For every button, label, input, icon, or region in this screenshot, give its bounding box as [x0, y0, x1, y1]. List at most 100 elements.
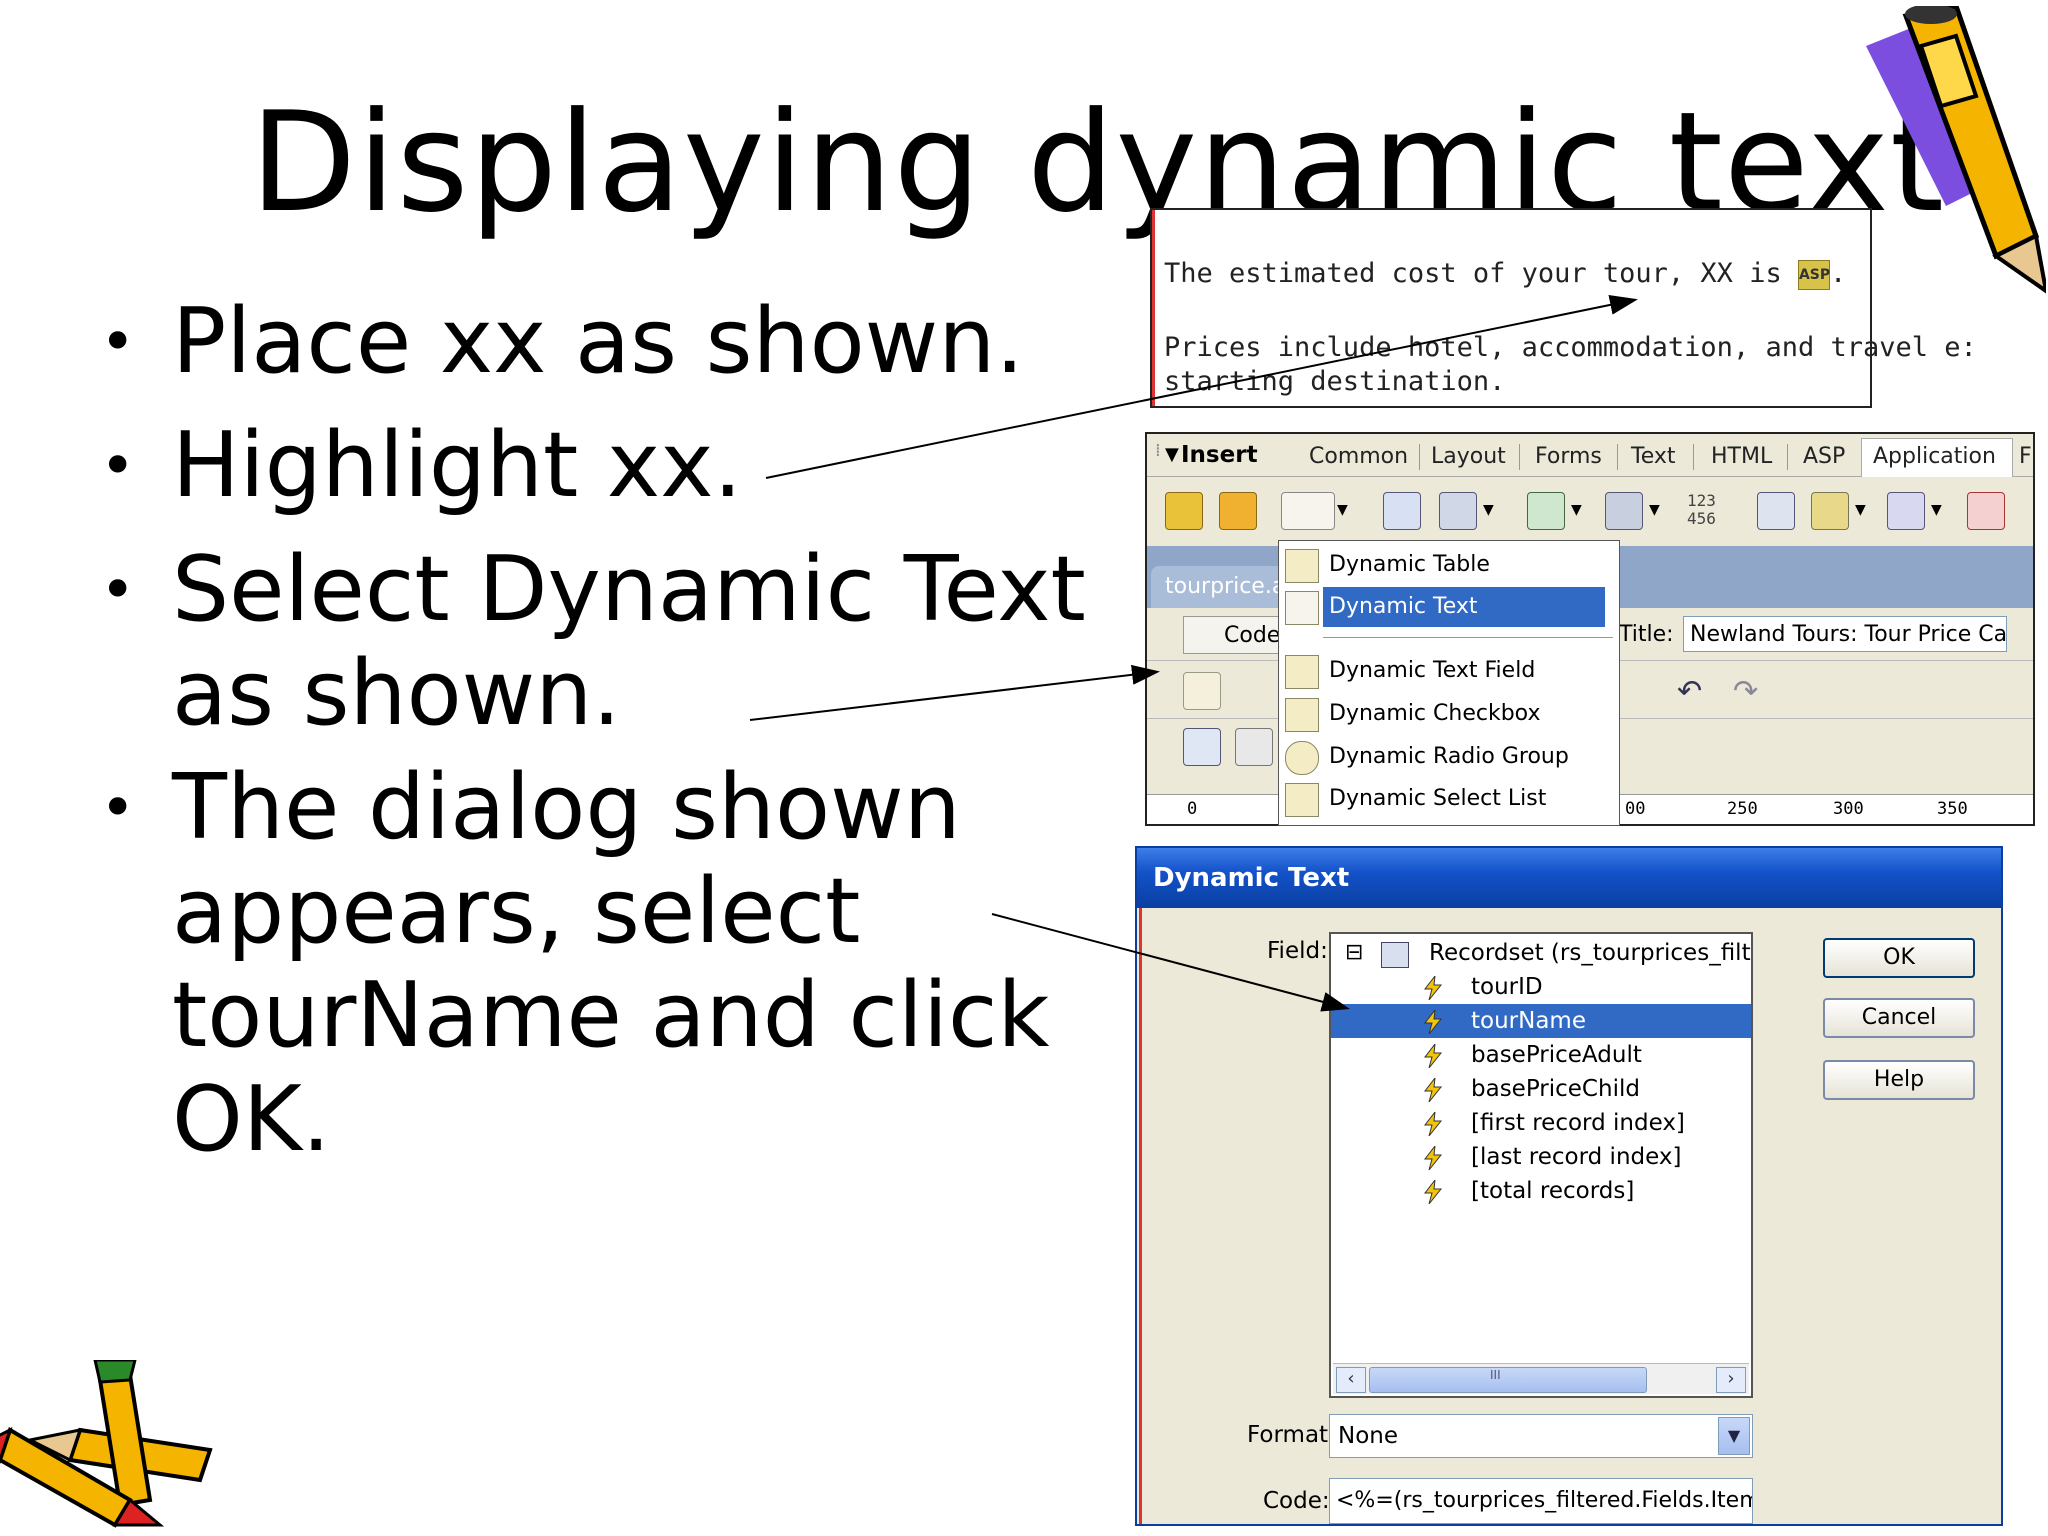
dynamic-select-icon: [1285, 783, 1319, 817]
dropdown-arrow-icon[interactable]: ▼: [1649, 502, 1660, 518]
page-text-snippet: The estimated cost of your tour, XX is A…: [1150, 208, 1977, 408]
insert-record-icon[interactable]: [1811, 492, 1849, 530]
pencil-clipart-icon: [1866, 6, 2046, 294]
dialog-title: Dynamic Text: [1137, 848, 2001, 908]
bullet-text: Place xx as shown.: [172, 289, 1024, 394]
ok-button[interactable]: OK: [1823, 938, 1975, 978]
scroll-grip: III: [1490, 1368, 1501, 1382]
tab-html[interactable]: HTML: [1711, 444, 1772, 469]
scroll-thumb[interactable]: III: [1369, 1367, 1647, 1393]
snippet-text: The estimated cost of your tour, XX is: [1164, 258, 1798, 289]
dropdown-arrow-icon[interactable]: ▼: [1931, 502, 1942, 518]
tree-item-first-record-index[interactable]: [first record index]: [1331, 1106, 1751, 1140]
menu-item-label: Dynamic Table: [1329, 552, 1490, 577]
tree-item-label: Recordset (rs_tourprices_filtere: [1429, 940, 1753, 966]
bullet-dot: •: [100, 307, 136, 377]
display-record-count-icon[interactable]: 123 456: [1687, 492, 1716, 528]
dynamic-text-field-icon: [1285, 655, 1319, 689]
chevron-down-icon[interactable]: ▼: [1718, 1417, 1750, 1455]
dynamic-radio-icon: [1285, 741, 1319, 775]
menu-item-dynamic-table[interactable]: Dynamic Table: [1279, 545, 1619, 585]
horizontal-scrollbar[interactable]: ‹ III ›: [1333, 1363, 1749, 1394]
menu-item-dynamic-checkbox[interactable]: Dynamic Checkbox: [1279, 694, 1619, 734]
recordset-icon: [1381, 942, 1409, 968]
tree-item-tourid[interactable]: tourID: [1331, 970, 1751, 1004]
document-tab[interactable]: tourprice.a: [1151, 566, 1291, 608]
code-label: Code:: [1263, 1488, 1330, 1514]
dropdown-arrow-icon[interactable]: ▼: [1855, 502, 1866, 518]
format-select[interactable]: None ▼: [1329, 1414, 1753, 1458]
pencils-clipart-icon: [0, 1360, 213, 1528]
lightning-bolt-icon: [1421, 1008, 1445, 1035]
delete-record-icon[interactable]: [1967, 492, 2005, 530]
tree-item-tourname[interactable]: tourName: [1331, 1004, 1751, 1038]
cancel-button[interactable]: Cancel: [1823, 998, 1975, 1038]
margin-line: [1139, 908, 1142, 1524]
scroll-right-icon[interactable]: ›: [1716, 1367, 1746, 1393]
code-field[interactable]: <%=(rs_tourprices_filtered.Fields.Item("…: [1329, 1478, 1753, 1524]
tab-common[interactable]: Common: [1309, 444, 1408, 469]
lightning-bolt-icon: [1421, 1042, 1445, 1069]
asp-icon: ASP: [1797, 259, 1830, 290]
menu-item-dynamic-text-field[interactable]: Dynamic Text Field: [1279, 651, 1619, 691]
new-document-icon[interactable]: [1183, 672, 1221, 710]
tree-item-total-records[interactable]: [total records]: [1331, 1174, 1751, 1208]
grip-icon[interactable]: ⁞: [1155, 440, 1161, 461]
status-icon[interactable]: [1605, 492, 1643, 530]
tree-item-basepricechild[interactable]: basePriceChild: [1331, 1072, 1751, 1106]
lightning-bolt-icon: [1421, 1144, 1445, 1171]
tab-divider: [1419, 444, 1420, 470]
recordset-paging-icon[interactable]: [1439, 492, 1477, 530]
lightning-bolt-icon: [1421, 974, 1445, 1001]
repeated-region-icon[interactable]: [1219, 492, 1257, 530]
tree-item-label: [last record index]: [1471, 1144, 1682, 1170]
master-detail-icon[interactable]: [1757, 492, 1795, 530]
update-record-icon[interactable]: [1887, 492, 1925, 530]
tab-text[interactable]: Text: [1631, 444, 1676, 469]
dynamic-table-icon: [1285, 549, 1319, 583]
navigation-icon[interactable]: [1527, 492, 1565, 530]
menu-separator: [1323, 637, 1613, 638]
dropdown-arrow-icon[interactable]: ▼: [1337, 502, 1348, 518]
show-region-icon[interactable]: [1383, 492, 1421, 530]
menu-item-dynamic-radio-group[interactable]: Dynamic Radio Group: [1279, 737, 1619, 777]
dropdown-arrow-icon[interactable]: ▼: [1571, 502, 1582, 518]
menu-item-label: Dynamic Text: [1323, 587, 1605, 627]
tree-item-last-record-index[interactable]: [last record index]: [1331, 1140, 1751, 1174]
dynamic-text-icon: [1285, 591, 1319, 625]
tree-item-basepriceadult[interactable]: basePriceAdult: [1331, 1038, 1751, 1072]
dynamic-data-icon[interactable]: [1281, 492, 1335, 530]
dynamic-text-dialog: Dynamic Text Field: ⊟ Recordset (rs_tour…: [1135, 846, 2003, 1526]
ruler-tick: 0: [1187, 799, 1198, 819]
page-title-input[interactable]: Newland Tours: Tour Price Cal: [1683, 616, 2007, 652]
tab-divider: [1617, 444, 1618, 470]
tab-flash[interactable]: Fl: [2019, 444, 2033, 469]
bullet-text: Highlight xx.: [172, 413, 743, 518]
tree-collapse-icon[interactable]: ⊟: [1345, 936, 1363, 970]
menu-item-label: Dynamic Text Field: [1329, 658, 1536, 683]
bullet-dot: •: [100, 773, 136, 843]
code-view-button[interactable]: Code: [1183, 616, 1283, 654]
tab-layout[interactable]: Layout: [1431, 444, 1506, 469]
tab-asp[interactable]: ASP: [1803, 444, 1845, 469]
scroll-left-icon[interactable]: ‹: [1336, 1367, 1366, 1393]
lightning-bolt-icon: [1421, 1110, 1445, 1137]
tree-recordset-node[interactable]: ⊟ Recordset (rs_tourprices_filtere: [1331, 936, 1751, 970]
help-button[interactable]: Help: [1823, 1060, 1975, 1100]
bullet-text: Select Dynamic Text as shown.: [172, 537, 1086, 746]
field-tree[interactable]: ⊟ Recordset (rs_tourprices_filtere tourI…: [1329, 932, 1753, 1398]
format-label: Format:: [1247, 1422, 1336, 1448]
redo-icon[interactable]: ↷: [1733, 674, 1758, 709]
undo-icon[interactable]: ↶: [1677, 674, 1702, 709]
collapse-triangle-icon[interactable]: ▼: [1165, 444, 1179, 465]
recordset-icon[interactable]: [1165, 492, 1203, 530]
tab-forms[interactable]: Forms: [1535, 444, 1602, 469]
tab-divider: [1693, 444, 1694, 470]
menu-item-dynamic-select-list[interactable]: Dynamic Select List: [1279, 779, 1619, 819]
tab-application[interactable]: Application: [1873, 444, 1996, 469]
dropdown-arrow-icon[interactable]: ▼: [1483, 502, 1494, 518]
print-icon[interactable]: [1235, 728, 1273, 766]
ruler-tick: 00: [1625, 799, 1646, 819]
layout-view-icon[interactable]: [1183, 728, 1221, 766]
menu-item-dynamic-text[interactable]: Dynamic Text: [1279, 587, 1619, 627]
